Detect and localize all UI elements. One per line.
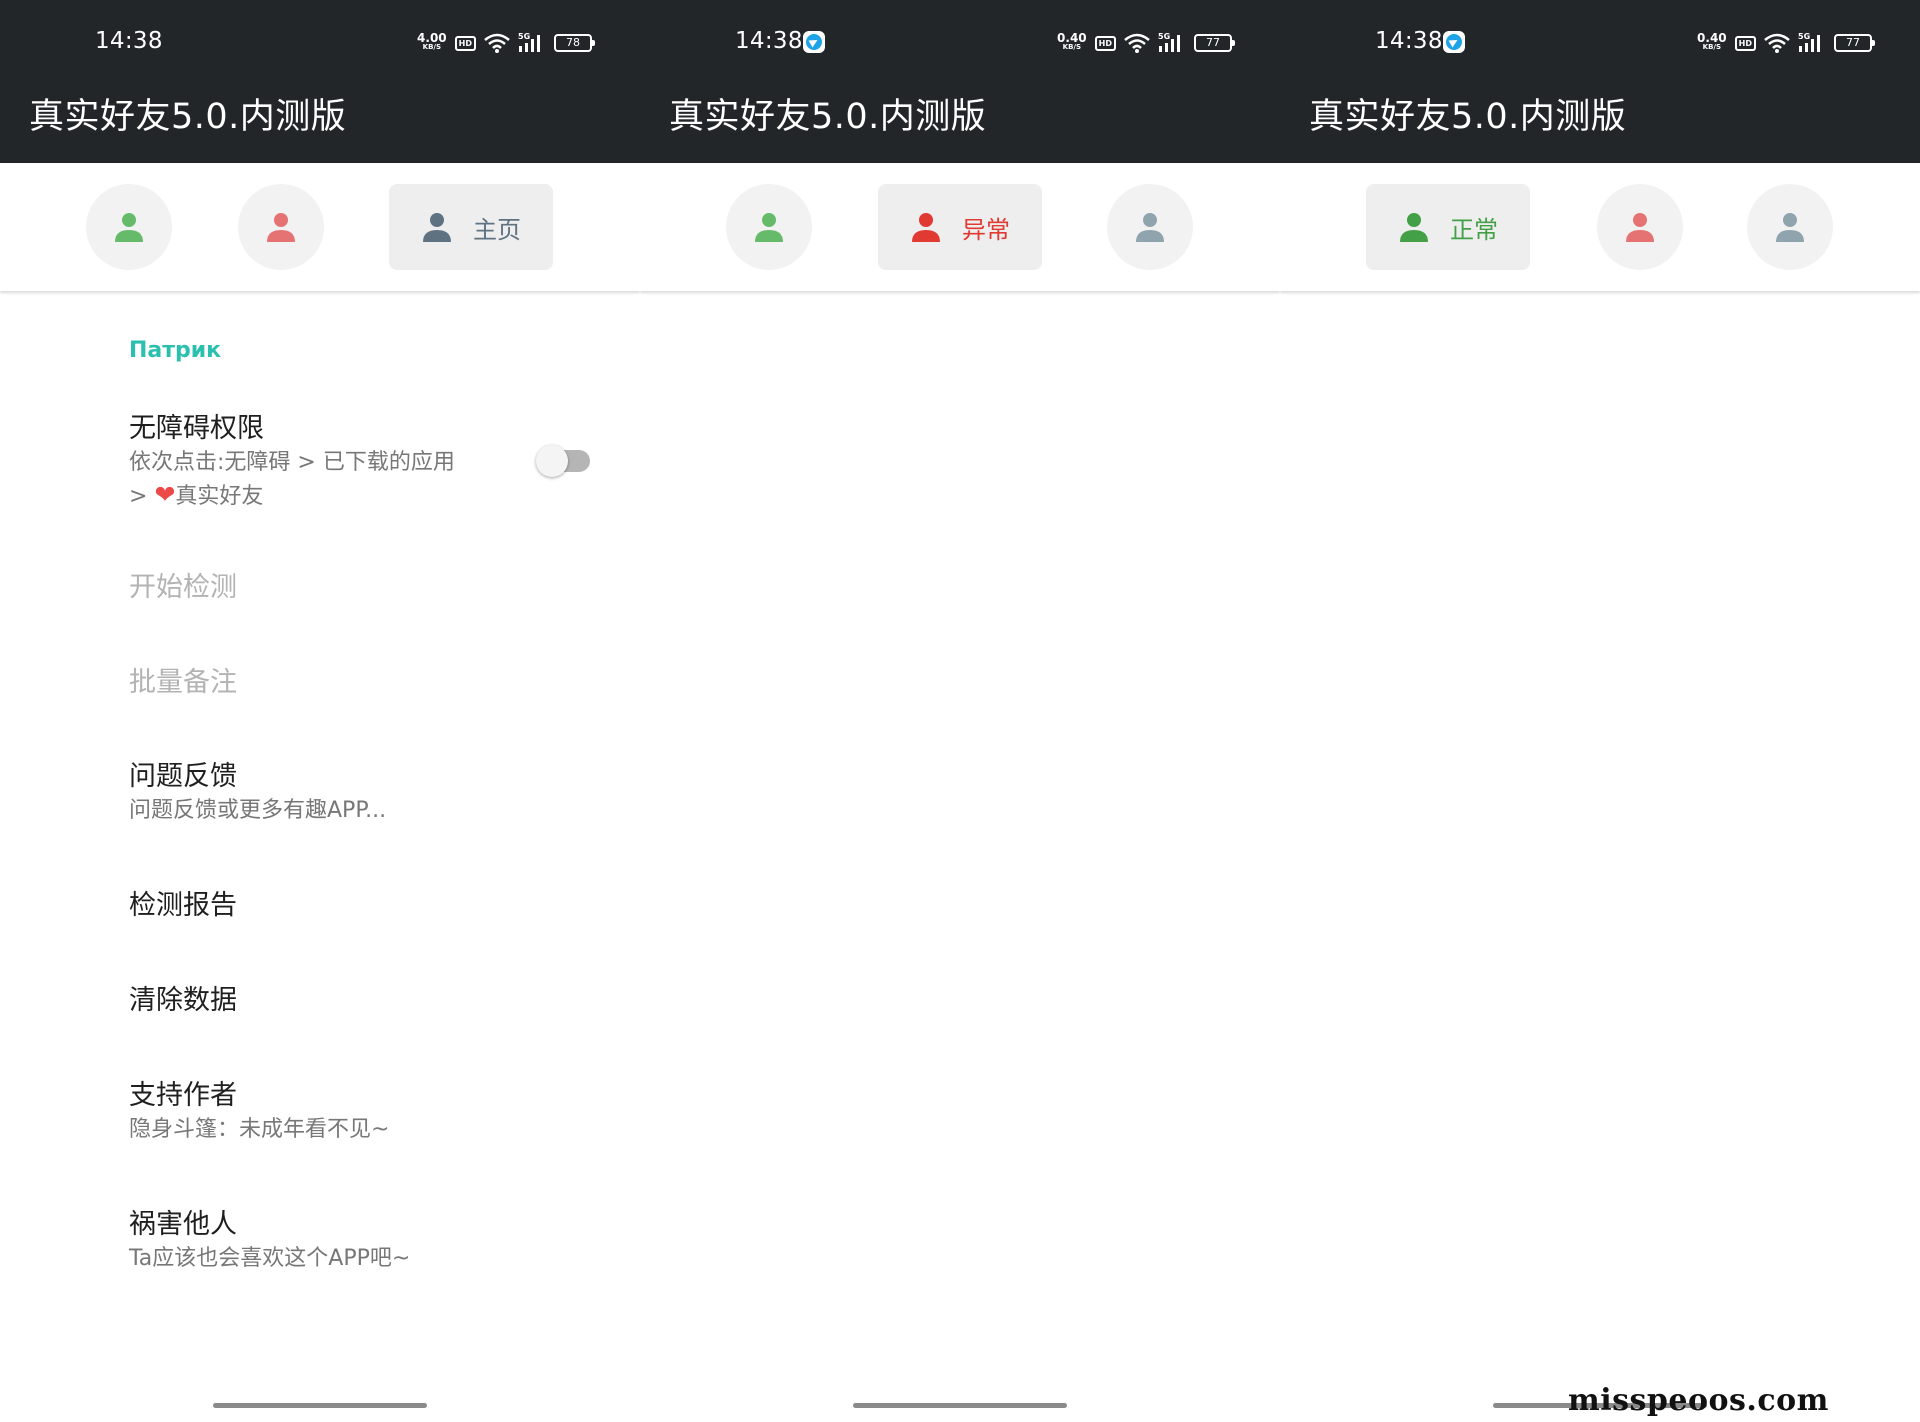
- start-detect-label: 开始检测: [129, 572, 237, 603]
- phone-screen-abnormal: 14:38 0.40 KB/S HD 5G 77 真实好友5.0.内测版 异常: [640, 0, 1280, 1422]
- feedback-subtitle: 问题反馈或更多有趣APP...: [129, 798, 387, 823]
- support-author-item[interactable]: 支持作者 隐身斗篷：未成年看不见~: [129, 1078, 529, 1146]
- person-icon: [910, 212, 942, 242]
- start-detect-item[interactable]: 开始检测: [129, 570, 529, 606]
- cellular-signal-icon: 5G: [1798, 32, 1826, 54]
- app-title: 真实好友5.0.内测版: [1309, 97, 1627, 137]
- tab-bar: 主页: [0, 163, 640, 291]
- svg-text:5G: 5G: [1158, 32, 1170, 41]
- telegram-notification-icon: [1443, 31, 1465, 53]
- tab-normal[interactable]: [726, 184, 812, 270]
- accessibility-title: 无障碍权限: [129, 413, 264, 444]
- tab-bar: 异常: [640, 163, 1280, 291]
- home-indicator[interactable]: [213, 1403, 427, 1408]
- status-bar: 14:38 0.40 KB/S HD 5G 77: [1280, 0, 1920, 84]
- person-icon: [753, 212, 785, 242]
- wifi-icon: [484, 33, 510, 53]
- tab-normal[interactable]: 正常: [1366, 184, 1530, 270]
- app-title: 真实好友5.0.内测版: [669, 97, 987, 137]
- accessibility-toggle[interactable]: [536, 445, 592, 477]
- status-time: 14:38: [735, 28, 803, 54]
- person-icon: [1134, 212, 1166, 242]
- wifi-icon: [1764, 33, 1790, 53]
- section-title: Патрик: [129, 338, 222, 363]
- system-icons: 0.40 KB/S HD 5G 77: [1057, 30, 1235, 56]
- batch-remark-label: 批量备注: [129, 667, 237, 698]
- network-speed: 0.40 KB/S: [1057, 31, 1087, 51]
- system-icons: 4.00 KB/S HD 5G 78: [417, 30, 595, 56]
- tab-home[interactable]: [1747, 184, 1833, 270]
- hd-icon: HD: [1734, 35, 1756, 51]
- tab-normal-label: 正常: [1450, 215, 1498, 244]
- batch-remark-item[interactable]: 批量备注: [129, 665, 529, 701]
- status-time: 14:38: [95, 28, 163, 54]
- app-bar: 真实好友5.0.内测版: [0, 84, 640, 163]
- telegram-notification-icon: [803, 31, 825, 53]
- tab-home-label: 主页: [473, 215, 521, 244]
- battery-icon: 77: [1834, 34, 1875, 52]
- clear-data-item[interactable]: 清除数据: [129, 983, 529, 1019]
- tab-home[interactable]: 主页: [389, 184, 553, 270]
- hd-icon: HD: [1094, 35, 1116, 51]
- phone-screen-normal: 14:38 0.40 KB/S HD 5G 77 真实好友5.0.内测版 正常: [1280, 0, 1920, 1422]
- person-icon: [1398, 212, 1430, 242]
- system-icons: 0.40 KB/S HD 5G 77: [1697, 30, 1875, 56]
- support-subtitle: 隐身斗篷：未成年看不见~: [129, 1117, 390, 1142]
- tab-abnormal-label: 异常: [962, 215, 1010, 244]
- accessibility-subtitle: 依次点击:无障碍 > 已下载的应用 > ❤真实好友: [129, 450, 455, 509]
- wifi-icon: [1124, 33, 1150, 53]
- status-bar: 14:38 4.00 KB/S HD 5G 78: [0, 0, 640, 84]
- network-speed: 0.40 KB/S: [1697, 31, 1727, 51]
- report-label: 检测报告: [129, 890, 237, 921]
- clear-data-label: 清除数据: [129, 985, 237, 1016]
- person-icon: [1624, 212, 1656, 242]
- person-icon: [1774, 212, 1806, 242]
- share-item[interactable]: 祸害他人 Ta应该也会喜欢这个APP吧~: [129, 1207, 529, 1275]
- home-indicator[interactable]: [853, 1403, 1067, 1408]
- person-icon: [421, 212, 453, 242]
- tab-normal[interactable]: [86, 184, 172, 270]
- status-time: 14:38: [1375, 28, 1443, 54]
- battery-icon: 78: [554, 34, 595, 52]
- cellular-signal-icon: 5G: [1158, 32, 1186, 54]
- hd-icon: HD: [454, 35, 476, 51]
- report-item[interactable]: 检测报告: [129, 888, 529, 924]
- app-bar: 真实好友5.0.内测版: [1280, 84, 1920, 163]
- status-bar: 14:38 0.40 KB/S HD 5G 77: [640, 0, 1280, 84]
- tab-abnormal[interactable]: 异常: [878, 184, 1042, 270]
- battery-icon: 77: [1194, 34, 1235, 52]
- svg-text:5G: 5G: [1798, 32, 1810, 41]
- support-title: 支持作者: [129, 1080, 237, 1111]
- accessibility-permission-item[interactable]: 无障碍权限 依次点击:无障碍 > 已下载的应用 > ❤真实好友: [129, 411, 529, 513]
- watermark: misspeoos.com: [1568, 1383, 1829, 1418]
- tab-bar: 正常: [1280, 163, 1920, 291]
- cellular-signal-icon: 5G: [518, 32, 546, 54]
- phone-screen-home: 14:38 4.00 KB/S HD 5G 78 真实好友5.0.内测版 主页 …: [0, 0, 640, 1422]
- feedback-title: 问题反馈: [129, 761, 237, 792]
- share-title: 祸害他人: [129, 1209, 237, 1240]
- app-title: 真实好友5.0.内测版: [29, 97, 347, 137]
- tab-abnormal[interactable]: [238, 184, 324, 270]
- tab-abnormal[interactable]: [1597, 184, 1683, 270]
- svg-text:5G: 5G: [518, 32, 530, 41]
- app-bar: 真实好友5.0.内测版: [640, 84, 1280, 163]
- feedback-item[interactable]: 问题反馈 问题反馈或更多有趣APP...: [129, 759, 529, 827]
- heart-icon: ❤: [154, 480, 176, 509]
- person-icon: [265, 212, 297, 242]
- network-speed: 4.00 KB/S: [417, 31, 447, 51]
- tab-home[interactable]: [1107, 184, 1193, 270]
- person-icon: [113, 212, 145, 242]
- share-subtitle: Ta应该也会喜欢这个APP吧~: [129, 1246, 411, 1271]
